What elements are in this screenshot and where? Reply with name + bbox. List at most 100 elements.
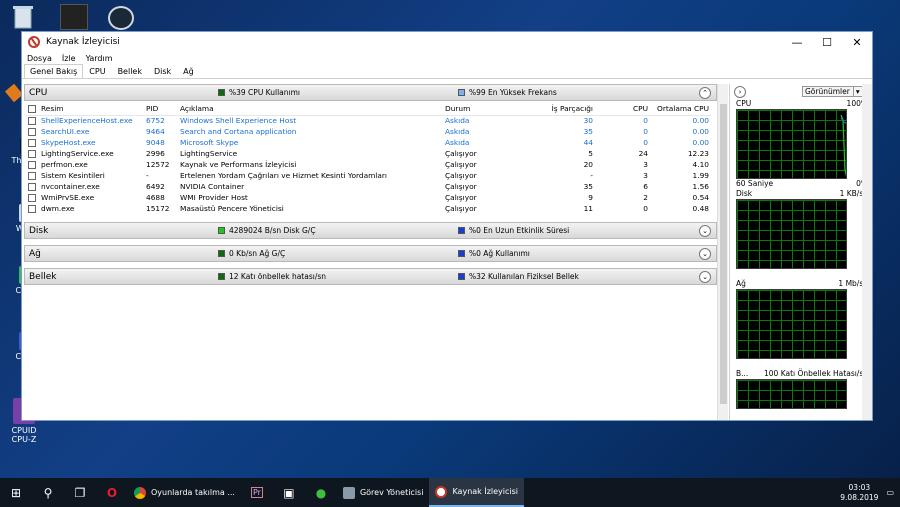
cpu-graph-header: CPU 100% [736,99,868,108]
collapse-chevron-icon[interactable]: ⌃ [699,87,711,99]
search-icon[interactable]: ⚲ [32,478,64,507]
window-title: Kaynak İzleyicisi [46,37,120,47]
cpu-section-header[interactable]: CPU %39 CPU Kullanımı %99 En Yüksek Frek… [24,84,717,101]
menu-help[interactable]: Yardım [86,54,113,63]
taskbar-app-resmon[interactable]: Kaynak İzleyicisi [429,478,525,507]
cell-status: Askıda [445,116,470,126]
row-checkbox[interactable] [28,139,36,147]
expand-chevron-icon[interactable]: ⌄ [699,271,711,283]
row-checkbox[interactable] [28,205,36,213]
cpu-graph-footer: 60 Saniye0% [736,179,868,188]
opera-icon[interactable]: O [96,478,128,507]
column-header-threads[interactable]: İş Parçacığı [533,103,595,116]
left-pane-scrollbar[interactable] [717,84,728,420]
cell-avg-cpu: 1.99 [692,171,709,180]
cell-pid: - [146,171,149,180]
cpu-process-table: Resim PID Açıklama Durum İş Parçacığı CP… [26,103,711,214]
table-row[interactable]: Sistem Kesintileri - Ertelenen Yordam Çağr… [26,170,711,181]
memory-section-header[interactable]: Bellek 12 Katı önbellek hatası/sn %32 Ku… [24,268,717,285]
mem-faults-swatch [218,273,225,280]
section-title-memory: Bellek [29,271,57,282]
tab-memory[interactable]: Bellek [112,64,148,78]
net-graph-header: Ağ 1 Mb/sn [736,279,868,288]
cell-threads: 44 [583,138,593,147]
cell-pid: 15172 [146,204,170,213]
views-dropdown[interactable]: Görünümler ▾ [802,86,863,97]
row-checkbox[interactable] [28,150,36,158]
xbox-icon[interactable]: ● [305,478,337,507]
cell-status: Çalışıyor [445,193,477,202]
disk-section-header[interactable]: Disk 4289024 B/sn Disk G/Ç %0 En Uzun Et… [24,222,717,239]
desktop-icon-recycle[interactable] [8,4,38,30]
menu-monitor[interactable]: İzle [62,54,76,63]
clock[interactable]: 03:03 9.08.2019 [832,483,886,503]
menu-file[interactable]: Dosya [27,54,52,63]
taskbar-app-chrome[interactable]: Oyunlarda takılma ... [128,478,241,507]
network-graph [736,289,847,359]
section-title-disk: Disk [29,225,49,236]
table-row[interactable]: ShellExperienceHost.exe 6752 Windows Shell… [26,115,711,126]
tab-overview[interactable]: Genel Bakış [24,64,84,78]
column-header-pid[interactable]: PID [144,103,178,116]
premiere-icon[interactable]: Pr [241,478,273,507]
net-usage-swatch [458,250,465,257]
taskbar-app-taskmgr[interactable]: Görev Yöneticisi [337,478,430,507]
row-checkbox[interactable] [28,161,36,169]
network-section-header[interactable]: Ağ 0 Kb/sn Ağ G/Ç %0 Ağ Kullanımı ⌄ [24,245,717,262]
cell-pid: 6492 [146,182,165,191]
row-checkbox[interactable] [28,172,36,180]
cell-image: WmiPrvSE.exe [26,192,144,203]
row-checkbox[interactable] [28,183,36,191]
column-header-cpu[interactable]: CPU [595,103,650,116]
row-checkbox[interactable] [28,194,36,202]
task-view-icon[interactable]: ❐ [64,478,96,507]
cell-pid: 4688 [146,193,165,202]
cell-pid: 6752 [146,116,165,126]
overview-pane: CPU %39 CPU Kullanımı %99 En Yüksek Frek… [24,84,717,420]
table-row[interactable]: perfmon.exe 12572 Kaynak ve Performans İzl… [26,159,711,170]
scroll-thumb[interactable] [720,104,727,404]
column-header-description[interactable]: Açıklama [178,103,443,116]
title-bar[interactable]: Kaynak İzleyicisi — ☐ ✕ [22,32,872,52]
tab-cpu[interactable]: CPU [83,64,111,78]
expand-chevron-icon[interactable]: ⌄ [699,248,711,260]
disk-graph-footer: 0 [730,269,872,279]
cell-avg-cpu: 0.00 [692,138,709,147]
desktop-icon-nvidia[interactable] [60,4,88,30]
column-header-avg-cpu[interactable]: Ortalama CPU [650,103,711,116]
cell-avg-cpu: 0.48 [692,204,709,213]
graphs-scrollbar[interactable] [862,84,872,420]
minimize-button[interactable]: — [782,32,812,52]
graphs-pane: › Görünümler▾ CPU100% 60 Saniye0% Disk1 … [729,84,872,420]
cpu-freq-swatch [458,89,465,96]
cell-description: WMI Provider Host [180,193,248,202]
table-row[interactable]: LightingService.exe 2996 LightingService Ça… [26,148,711,159]
maximize-button[interactable]: ☐ [812,32,842,52]
select-all-checkbox[interactable] [28,105,36,114]
tab-network[interactable]: Ağ [177,64,200,78]
start-windows-icon[interactable]: ⊞ [0,478,32,507]
cell-status: Çalışıyor [445,149,477,158]
table-row[interactable]: dwm.exe 15172 Masaüstü Pencere Yöneticisi Ç… [26,203,711,214]
table-row[interactable]: SearchUI.exe 9464 Search and Cortana appli… [26,126,711,137]
menu-bar: Dosya İzle Yardım [22,52,872,64]
notifications-icon[interactable]: ▭ [886,488,894,497]
column-header-image[interactable]: Resim [26,103,144,116]
explorer-icon[interactable]: ▣ [273,478,305,507]
collapse-graphs-icon[interactable]: › [734,85,746,98]
row-checkbox[interactable] [28,117,36,126]
close-button[interactable]: ✕ [842,32,872,52]
column-header-status[interactable]: Durum [443,103,533,116]
cell-threads: 9 [588,193,593,202]
desktop-icon-steam[interactable] [108,6,134,30]
expand-chevron-icon[interactable]: ⌄ [699,225,711,237]
tab-disk[interactable]: Disk [148,64,177,78]
cell-description: Kaynak ve Performans İzleyicisi [180,160,297,169]
cell-pid: 9048 [146,138,165,147]
table-row[interactable]: WmiPrvSE.exe 4688 WMI Provider Host Çalışıy… [26,192,711,203]
cell-avg-cpu: 0.00 [692,127,709,136]
disk-active-swatch [458,227,465,234]
table-row[interactable]: SkypeHost.exe 9048 Microsoft Skype Askıda 44… [26,137,711,148]
row-checkbox[interactable] [28,128,36,136]
table-row[interactable]: nvcontainer.exe 6492 NVIDIA Container Çalış… [26,181,711,192]
